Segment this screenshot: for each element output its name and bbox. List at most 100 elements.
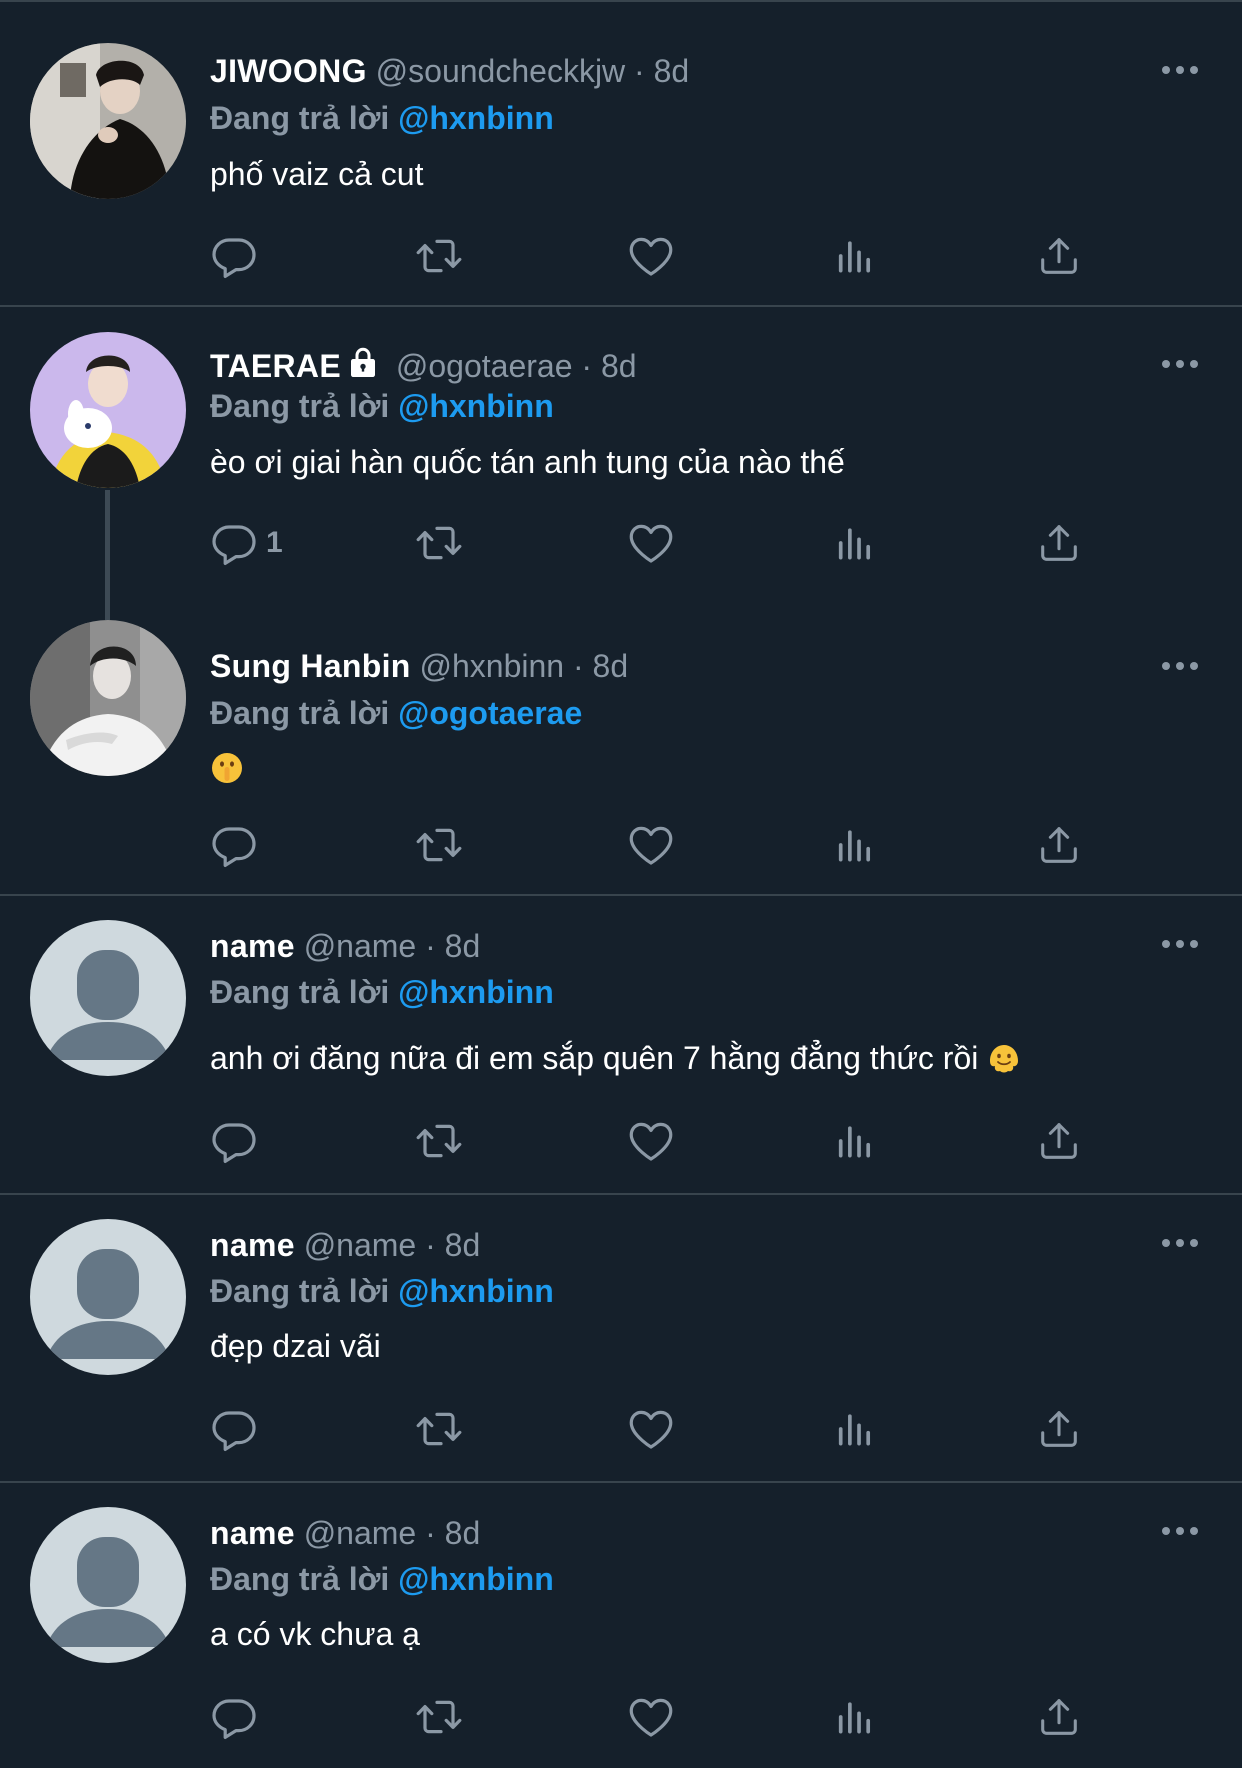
avatar[interactable]	[30, 620, 186, 776]
tweet[interactable]: name @name · 8d Đang trả lời @hxnbinn đẹ…	[0, 1195, 1242, 1481]
views-button[interactable]	[833, 1403, 877, 1455]
separator-dot: ·	[634, 53, 645, 89]
separator-dot: ·	[425, 1515, 436, 1551]
views-icon	[833, 823, 877, 867]
like-button[interactable]	[627, 1115, 675, 1167]
share-button[interactable]	[1036, 1403, 1082, 1455]
reply-prefix: Đang trả lời	[210, 1273, 390, 1309]
retweet-button[interactable]	[413, 819, 465, 871]
mention-link[interactable]: @hxnbinn	[398, 388, 554, 424]
handle[interactable]: @name	[304, 1515, 417, 1551]
action-bar	[210, 1403, 1110, 1455]
default-avatar-icon	[30, 1219, 186, 1375]
reply-icon	[210, 232, 258, 280]
reply-button[interactable]	[210, 230, 258, 282]
like-button[interactable]	[627, 819, 675, 871]
tweet[interactable]: name @name · 8d Đang trả lời @hxnbinn an…	[0, 896, 1242, 1194]
reply-context: Đang trả lời @hxnbinn	[210, 972, 554, 1012]
share-button[interactable]	[1036, 1691, 1082, 1743]
share-icon	[1036, 1694, 1082, 1740]
views-button[interactable]	[833, 1691, 877, 1743]
action-bar	[210, 819, 1110, 871]
reply-icon	[210, 821, 258, 869]
views-button[interactable]	[833, 1115, 877, 1167]
share-icon	[1036, 233, 1082, 279]
display-name[interactable]: Sung Hanbin	[210, 648, 411, 684]
reply-button[interactable]	[210, 1115, 258, 1167]
retweet-button[interactable]	[413, 1115, 465, 1167]
like-button[interactable]	[627, 230, 675, 282]
reply-context: Đang trả lời @hxnbinn	[210, 1271, 554, 1311]
reply-icon	[210, 1405, 258, 1453]
views-button[interactable]	[833, 517, 877, 569]
share-button[interactable]	[1036, 1115, 1082, 1167]
views-button[interactable]	[833, 230, 877, 282]
mention-link[interactable]: @ogotaerae	[398, 695, 582, 731]
action-bar	[210, 1691, 1110, 1743]
more-options-icon[interactable]	[1160, 660, 1200, 672]
retweet-button[interactable]	[413, 517, 465, 569]
mention-link[interactable]: @hxnbinn	[398, 974, 554, 1010]
retweet-icon	[413, 519, 465, 567]
more-options-icon[interactable]	[1160, 938, 1200, 950]
handle[interactable]: @name	[304, 928, 417, 964]
reply-context: Đang trả lời @ogotaerae	[210, 693, 582, 733]
display-name[interactable]: name	[210, 1515, 295, 1551]
mention-link[interactable]: @hxnbinn	[398, 1273, 554, 1309]
reply-count: 1	[266, 526, 283, 559]
share-button[interactable]	[1036, 517, 1082, 569]
shushing-face-emoji	[212, 753, 242, 783]
reply-button[interactable]	[210, 819, 258, 871]
display-name[interactable]: name	[210, 1227, 295, 1263]
display-name[interactable]: TAERAE	[210, 348, 341, 384]
timestamp[interactable]: 8d	[445, 928, 481, 964]
more-options-icon[interactable]	[1160, 1237, 1200, 1249]
views-icon	[833, 1695, 877, 1739]
like-button[interactable]	[627, 1403, 675, 1455]
avatar[interactable]	[30, 332, 186, 488]
display-name[interactable]: JIWOONG	[210, 53, 367, 89]
more-options-icon[interactable]	[1160, 64, 1200, 76]
tweet[interactable]: name @name · 8d Đang trả lời @hxnbinn a …	[0, 1483, 1242, 1768]
like-button[interactable]	[627, 1691, 675, 1743]
timestamp[interactable]: 8d	[593, 648, 629, 684]
reply-button[interactable]	[210, 1691, 258, 1743]
like-button[interactable]	[627, 517, 675, 569]
handle[interactable]: @ogotaerae	[396, 348, 573, 384]
timestamp[interactable]: 8d	[445, 1515, 481, 1551]
reply-button[interactable]: 1	[210, 517, 283, 569]
tweet[interactable]: JIWOONG @soundcheckkjw · 8d Đang trả lời…	[0, 0, 1242, 306]
tweet[interactable]: TAERAE @ogotaerae · 8d Đang trả lời @hxn…	[0, 307, 1242, 587]
reply-prefix: Đang trả lời	[210, 100, 390, 136]
display-name[interactable]: name	[210, 928, 295, 964]
mention-link[interactable]: @hxnbinn	[398, 1561, 554, 1597]
reply-icon	[210, 519, 258, 567]
retweet-icon	[413, 1693, 465, 1741]
tweet-text-content: anh ơi đăng nữa đi em sắp quên 7 hằng đẳ…	[210, 1040, 979, 1076]
share-icon	[1036, 520, 1082, 566]
views-button[interactable]	[833, 819, 877, 871]
mention-link[interactable]: @hxnbinn	[398, 100, 554, 136]
tweet[interactable]: Sung Hanbin @hxnbinn · 8d Đang trả lời @…	[0, 590, 1242, 894]
tweet-text: đẹp dzai vãi	[210, 1328, 381, 1364]
avatar[interactable]	[30, 1507, 186, 1663]
timestamp[interactable]: 8d	[445, 1227, 481, 1263]
reply-button[interactable]	[210, 1403, 258, 1455]
retweet-button[interactable]	[413, 1403, 465, 1455]
handle[interactable]: @hxnbinn	[420, 648, 565, 684]
share-button[interactable]	[1036, 819, 1082, 871]
separator-dot: ·	[572, 648, 584, 684]
retweet-button[interactable]	[413, 230, 465, 282]
share-button[interactable]	[1036, 230, 1082, 282]
timestamp[interactable]: 8d	[601, 348, 637, 384]
timestamp[interactable]: 8d	[654, 53, 690, 89]
handle[interactable]: @name	[304, 1227, 417, 1263]
handle[interactable]: @soundcheckkjw	[376, 53, 625, 89]
retweet-button[interactable]	[413, 1691, 465, 1743]
more-options-icon[interactable]	[1160, 1525, 1200, 1537]
avatar[interactable]	[30, 1219, 186, 1375]
more-options-icon[interactable]	[1160, 358, 1200, 370]
avatar[interactable]	[30, 43, 186, 199]
avatar[interactable]	[30, 920, 186, 1076]
lock-icon	[351, 347, 375, 377]
